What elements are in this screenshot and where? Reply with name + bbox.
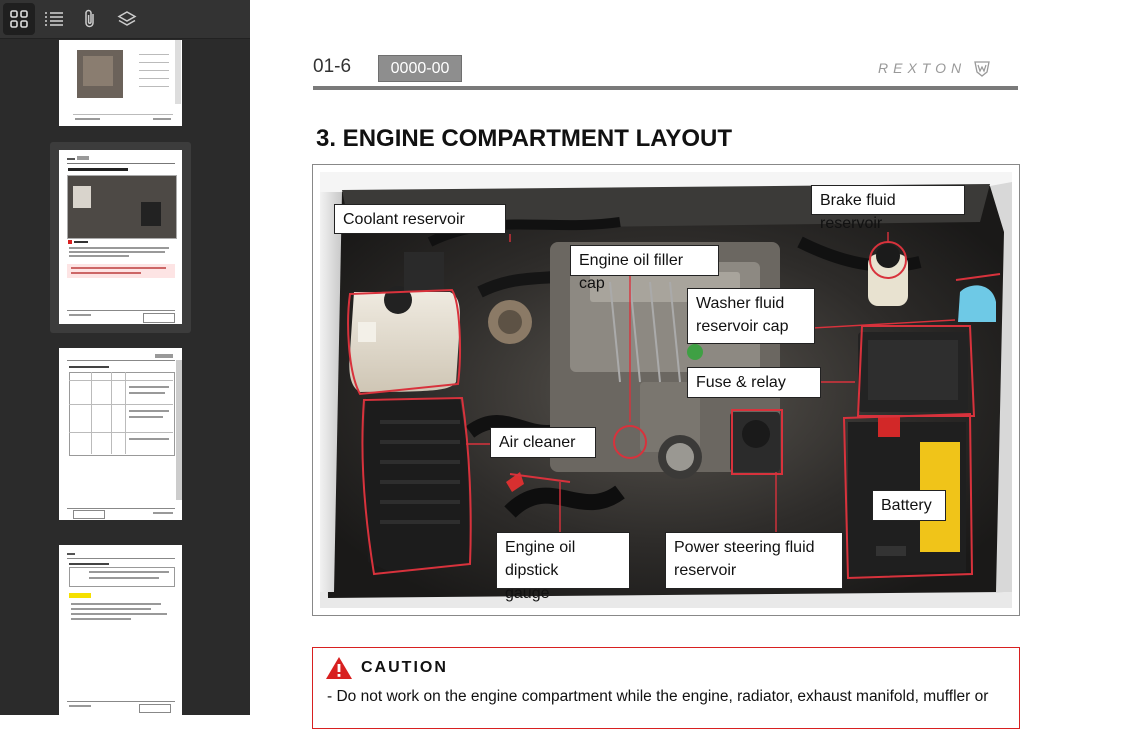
- label-text-line: gauge: [505, 585, 550, 602]
- header-rule: [313, 86, 1018, 90]
- label-text-line: reservoir: [674, 562, 737, 579]
- engine-compartment-figure: Coolant reservoir Brake fluid reservoir …: [312, 164, 1020, 616]
- label-air-cleaner: Air cleaner: [490, 427, 596, 458]
- attachments-button[interactable]: [74, 3, 106, 35]
- outline-list-icon: [45, 12, 63, 26]
- label-text: Coolant reservoir: [343, 211, 465, 228]
- label-text: Air cleaner: [499, 434, 576, 451]
- brand-wordmark: REXTON: [878, 60, 967, 76]
- label-text-line: Power steering fluid: [674, 539, 815, 556]
- caution-header: CAUTION: [325, 656, 448, 680]
- thumbnails-grid-icon: [10, 10, 28, 28]
- section-code-badge: 0000-00: [378, 55, 462, 82]
- label-text: Fuse & relay: [696, 374, 786, 391]
- caution-title: CAUTION: [361, 659, 448, 676]
- layers-button[interactable]: [111, 3, 143, 35]
- page-thumbnail[interactable]: [59, 545, 182, 715]
- thumbnail-sidebar: [0, 0, 250, 715]
- label-engine-oil-dipstick-gauge: Engine oil dipstick gauge: [496, 532, 630, 602]
- label-text: Battery: [881, 497, 932, 514]
- section-title: 3. ENGINE COMPARTMENT LAYOUT: [316, 125, 733, 152]
- label-text-line: Washer fluid: [696, 295, 785, 312]
- page-number: 01-6: [313, 56, 352, 77]
- label-text-line: Engine oil dipstick: [505, 539, 576, 579]
- caution-text: - Do not work on the engine compartment …: [327, 688, 989, 705]
- label-coolant-reservoir: Coolant reservoir: [334, 204, 506, 234]
- layers-icon: [117, 11, 137, 26]
- document-page: 01-6 0000-00 REXTON 3. ENGINE COMPARTMEN…: [250, 0, 1121, 729]
- label-engine-oil-filler-cap: Engine oil filler cap: [570, 245, 719, 292]
- caution-box: CAUTION - Do not work on the engine comp…: [312, 647, 1020, 729]
- brand-emblem-icon: [974, 61, 990, 78]
- label-brake-fluid-reservoir: Brake fluid reservoir: [811, 185, 965, 232]
- label-text-line: reservoir cap: [696, 318, 789, 335]
- warning-triangle-icon: [326, 657, 352, 679]
- label-fuse-relay: Fuse & relay: [687, 367, 821, 398]
- attachment-paperclip-icon: [85, 9, 94, 28]
- page-thumbnail[interactable]: [59, 40, 182, 126]
- label-power-steering-fluid-reservoir: Power steering fluid reservoir: [665, 532, 843, 589]
- sidebar-toolbar: [0, 0, 250, 39]
- label-washer-fluid-reservoir-cap: Washer fluid reservoir cap: [687, 288, 815, 344]
- label-battery: Battery: [872, 490, 946, 521]
- engine-compartment-photo: Coolant reservoir Brake fluid reservoir …: [320, 172, 1012, 608]
- outline-button[interactable]: [38, 3, 70, 35]
- page-thumbnail[interactable]: [59, 348, 182, 520]
- brand-logo: REXTON: [878, 60, 991, 78]
- thumbnails-button[interactable]: [3, 3, 35, 35]
- page-thumbnail-current[interactable]: [59, 150, 182, 324]
